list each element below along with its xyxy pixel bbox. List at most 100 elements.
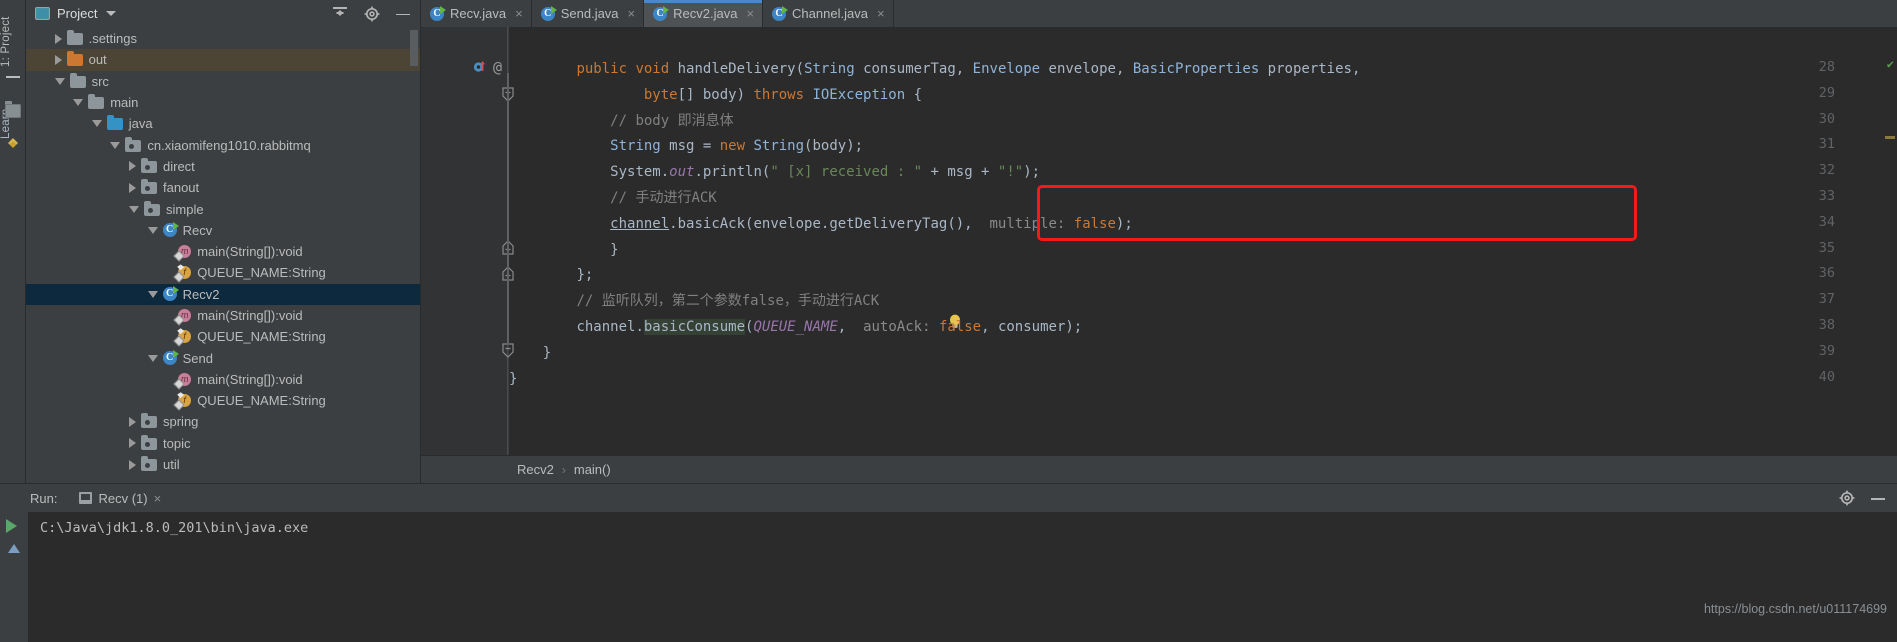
code-line-38[interactable]: channel.basicConsume(QUEUE_NAME, autoAck…: [509, 315, 1082, 341]
chevron-down-icon[interactable]: [147, 226, 158, 234]
package-icon: [141, 434, 157, 450]
close-icon[interactable]: ×: [628, 7, 636, 20]
chevron-down-icon[interactable]: [147, 290, 158, 298]
tree-node-recv2[interactable]: C Recv2: [26, 283, 420, 305]
folder-icon: [69, 72, 86, 88]
chevron-down-icon[interactable]: [147, 354, 158, 362]
tree-node-main-string-void[interactable]: m main(String[]):void: [26, 369, 420, 390]
tree-node-label: java: [128, 116, 153, 132]
breadcrumb-item-class[interactable]: Recv2: [517, 462, 554, 477]
chevron-right-icon[interactable]: [54, 54, 62, 65]
tree-node-spring[interactable]: spring: [26, 411, 420, 432]
tree-node-simple[interactable]: simple: [26, 198, 420, 219]
error-stripe-rail[interactable]: ✔: [1883, 54, 1897, 427]
chevron-down-icon[interactable]: [54, 77, 65, 85]
arrow-up-icon[interactable]: [8, 544, 20, 553]
tree-node-fanout[interactable]: fanout: [26, 177, 420, 198]
code-token: "!": [997, 164, 1024, 181]
tree-node-label: src: [91, 73, 109, 89]
chevron-right-icon[interactable]: [129, 161, 136, 172]
tree-node-recv[interactable]: C Recv: [26, 220, 420, 241]
editor-tab-recv2-java[interactable]: C Recv2.java ×: [644, 0, 764, 27]
chevron-down-icon[interactable]: [129, 205, 139, 213]
tree-node-main-string-void[interactable]: m main(String[]):void: [26, 241, 420, 262]
code-line-28[interactable]: public void handleDelivery(String consum…: [509, 57, 1360, 83]
tree-node-label: fanout: [163, 180, 200, 196]
tree-node-util[interactable]: util: [26, 454, 420, 475]
code-token: basicConsume: [643, 319, 746, 335]
close-icon[interactable]: ×: [746, 7, 754, 20]
code-lines[interactable]: public void handleDelivery(String consum…: [509, 27, 1897, 455]
tree-node--settings[interactable]: .settings: [26, 28, 420, 49]
chevron-right-icon[interactable]: [129, 182, 136, 193]
editor-tab-recv-java[interactable]: C Recv.java ×: [421, 0, 532, 27]
hide-icon[interactable]: [1871, 491, 1885, 505]
close-icon[interactable]: ×: [515, 7, 523, 20]
chevron-right-icon[interactable]: [54, 33, 62, 44]
close-icon[interactable]: ×: [877, 7, 885, 20]
chevron-down-icon[interactable]: [106, 11, 117, 16]
method-icon: m: [178, 309, 192, 322]
java-class-icon: C: [653, 5, 670, 21]
run-panel-actions: [1839, 484, 1885, 512]
tree-node-main[interactable]: main: [26, 92, 420, 113]
code-line-40[interactable]: }: [509, 367, 517, 393]
tree-node-main-string-void[interactable]: m main(String[]):void: [26, 305, 420, 326]
run-tab-recv[interactable]: Recv (1) ×: [79, 491, 161, 506]
chevron-down-icon[interactable]: [91, 120, 102, 128]
code-line-33[interactable]: // 手动进行ACK: [509, 186, 717, 212]
code-line-34[interactable]: channel.basicAck(envelope.getDeliveryTag…: [509, 212, 1133, 238]
close-icon[interactable]: ×: [154, 491, 162, 506]
breadcrumb-item-method[interactable]: main(): [574, 462, 611, 477]
code-token: );: [1023, 164, 1041, 181]
code-line-30[interactable]: // body 即消息体: [509, 109, 733, 135]
code-line-32[interactable]: System.out.println(" [x] received : " + …: [509, 160, 1040, 186]
code-token: new: [719, 138, 754, 155]
play-icon[interactable]: [6, 519, 17, 533]
override-icon[interactable]: [473, 60, 486, 77]
inspection-status-icon[interactable]: ✔: [1887, 57, 1894, 71]
tree-node-queue-name-string[interactable]: f QUEUE_NAME:String: [26, 326, 420, 347]
run-config-icon: [79, 492, 93, 504]
code-line-36[interactable]: };: [509, 263, 593, 289]
tree-node-direct[interactable]: direct: [26, 156, 420, 177]
stripe-mark-warning[interactable]: [1885, 136, 1895, 139]
code-line-29[interactable]: byte[] body) throws IOException {: [509, 83, 922, 109]
tree-node-src[interactable]: src: [26, 71, 420, 92]
code-line-31[interactable]: String msg = new String(body);: [509, 134, 863, 160]
editor-tab-send-java[interactable]: C Send.java ×: [532, 0, 645, 27]
chevron-right-icon[interactable]: [129, 438, 136, 449]
editor-gutter[interactable]: [421, 27, 509, 455]
gear-icon[interactable]: [1839, 490, 1855, 506]
tree-node-queue-name-string[interactable]: f QUEUE_NAME:String: [26, 262, 420, 283]
tree-node-queue-name-string[interactable]: f QUEUE_NAME:String: [26, 390, 420, 411]
chevron-right-icon[interactable]: [129, 416, 136, 427]
breadcrumb[interactable]: Recv2 › main(): [421, 455, 1897, 483]
collapse-all-icon[interactable]: [332, 6, 348, 21]
hide-icon[interactable]: [396, 7, 410, 21]
tree-node-out[interactable]: out: [26, 49, 420, 71]
code-editor[interactable]: 28293031323334353637383940 @: [421, 27, 1897, 455]
code-line-35[interactable]: }: [509, 238, 618, 264]
chevron-down-icon[interactable]: [73, 99, 84, 107]
field-icon: f: [178, 266, 192, 280]
chevron-down-icon[interactable]: [110, 141, 121, 149]
run-panel-label: Run:: [30, 490, 58, 506]
editor-tab-channel-java[interactable]: C Channel.java ×: [763, 0, 894, 27]
tool-tab-project[interactable]: 1: Project: [0, 6, 26, 78]
tree-node-send[interactable]: C Send: [26, 347, 420, 368]
project-tree[interactable]: .settings out src main java cn.xiaomifeng1010…: [26, 28, 420, 475]
code-line-37[interactable]: // 监听队列，第二个参数false，手动进行ACK: [509, 289, 879, 315]
tree-node-cn-xiaomifeng1010-rabbitmq[interactable]: cn.xiaomifeng1010.rabbitmq: [26, 134, 420, 155]
tree-node-java[interactable]: java: [26, 113, 420, 134]
gear-icon[interactable]: [364, 6, 380, 22]
code-line-39[interactable]: }: [509, 341, 551, 367]
code-token: {: [905, 86, 923, 103]
run-console[interactable]: C:\Java\jdk1.8.0_201\bin\java.exe: [0, 512, 1897, 642]
tree-node-topic[interactable]: topic: [26, 433, 420, 454]
chevron-right-icon[interactable]: [129, 459, 136, 470]
project-scrollbar[interactable]: [410, 30, 418, 66]
